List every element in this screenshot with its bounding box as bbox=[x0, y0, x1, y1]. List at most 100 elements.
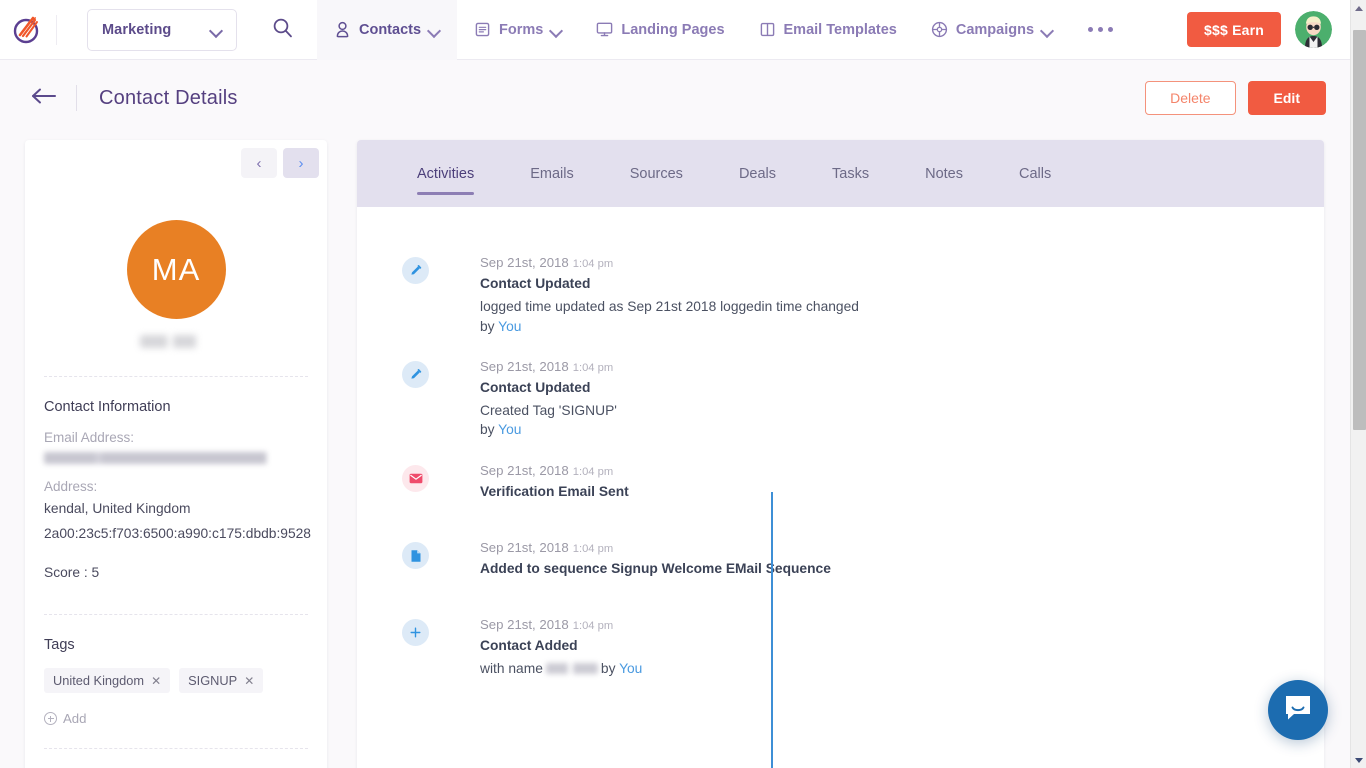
add-tag-label: Add bbox=[63, 711, 86, 726]
activity-item: Sep 21st, 20181:04 pm Verification Email… bbox=[357, 463, 1324, 499]
nav-item-forms-label: Forms bbox=[499, 22, 543, 38]
address-line-2: 2a00:23c5:f703:6500:a990:c175:dbdb:9528 bbox=[44, 524, 308, 544]
tab-deals-label: Deals bbox=[739, 166, 776, 182]
nav-item-landing-pages[interactable]: Landing Pages bbox=[579, 0, 741, 60]
activity-date-text: Sep 21st, 2018 bbox=[480, 255, 569, 270]
scrollbar-thumb[interactable] bbox=[1353, 30, 1366, 430]
activity-date: Sep 21st, 20181:04 pm bbox=[480, 540, 831, 555]
timeline-connector bbox=[771, 492, 773, 768]
activity-title: Verification Email Sent bbox=[480, 484, 629, 499]
activity-by-prefix: by bbox=[480, 319, 495, 334]
tags-title: Tags bbox=[44, 637, 308, 653]
plus-circle-icon bbox=[44, 712, 57, 725]
next-contact-button[interactable]: › bbox=[283, 148, 319, 178]
app-root: Marketing Contacts bbox=[0, 0, 1366, 768]
activity-item: Sep 21st, 20181:04 pm Added to sequence … bbox=[357, 540, 1324, 576]
search-button[interactable] bbox=[261, 9, 303, 51]
card-divider-1 bbox=[44, 376, 308, 377]
earn-button[interactable]: $$$ Earn bbox=[1187, 12, 1281, 47]
activity-body: Sep 21st, 20181:04 pm Contact Updated Cr… bbox=[480, 359, 617, 438]
nav-item-forms[interactable]: Forms bbox=[457, 0, 579, 60]
email-address-value-redacted bbox=[44, 452, 276, 464]
activity-actor-link[interactable]: You bbox=[619, 661, 642, 676]
contact-pager: ‹ › bbox=[241, 148, 319, 178]
nav-item-email-templates[interactable]: Email Templates bbox=[742, 0, 914, 60]
tag-chip: United Kingdom ✕ bbox=[44, 668, 170, 693]
scroll-down-arrow-icon[interactable] bbox=[1351, 752, 1366, 768]
page-scrollbar[interactable] bbox=[1350, 0, 1366, 768]
activity-date-text: Sep 21st, 2018 bbox=[480, 540, 569, 555]
nav-item-contacts-label: Contacts bbox=[359, 22, 421, 38]
contact-summary-card: ‹ › MA Contact Information Email Address… bbox=[25, 140, 327, 768]
activity-date: Sep 21st, 20181:04 pm bbox=[480, 255, 859, 270]
tags-section: Tags United Kingdom ✕ SIGNUP ✕ Add bbox=[25, 637, 327, 726]
contact-detail-panel: Activities Emails Sources Deals Tasks No… bbox=[357, 140, 1324, 768]
activity-actor-link[interactable]: You bbox=[498, 319, 521, 334]
activity-date: Sep 21st, 20181:04 pm bbox=[480, 617, 642, 632]
scroll-up-arrow-icon[interactable] bbox=[1351, 0, 1366, 16]
tab-notes-label: Notes bbox=[925, 166, 963, 182]
tab-tasks-label: Tasks bbox=[832, 166, 869, 182]
page-header-actions: Delete Edit bbox=[1145, 81, 1326, 115]
tab-deals[interactable]: Deals bbox=[739, 140, 776, 207]
search-icon bbox=[272, 17, 293, 43]
tab-notes[interactable]: Notes bbox=[925, 140, 963, 207]
tab-activities[interactable]: Activities bbox=[417, 140, 474, 207]
activity-date: Sep 21st, 20181:04 pm bbox=[480, 463, 629, 478]
contact-information-title: Contact Information bbox=[44, 399, 308, 415]
tab-emails-label: Emails bbox=[530, 166, 574, 182]
back-button[interactable] bbox=[28, 83, 58, 113]
edit-button[interactable]: Edit bbox=[1248, 81, 1326, 115]
previous-contact-button[interactable]: ‹ bbox=[241, 148, 277, 178]
activity-body: Sep 21st, 20181:04 pm Verification Email… bbox=[480, 463, 629, 499]
tab-sources[interactable]: Sources bbox=[630, 140, 683, 207]
email-address-label: Email Address: bbox=[44, 430, 308, 445]
chat-launcher-button[interactable] bbox=[1268, 680, 1328, 740]
activity-desc-prefix: with name bbox=[480, 661, 543, 676]
chevron-left-icon: ‹ bbox=[257, 156, 262, 171]
chevron-down-icon bbox=[551, 26, 562, 33]
nav-item-campaigns[interactable]: Campaigns bbox=[914, 0, 1070, 60]
tab-tasks[interactable]: Tasks bbox=[832, 140, 869, 207]
page-header: Contact Details Delete Edit bbox=[0, 60, 1350, 136]
close-x-icon[interactable]: ✕ bbox=[151, 675, 161, 687]
activity-title: Contact Updated bbox=[480, 380, 617, 395]
address-line-1: kendal, United Kingdom bbox=[44, 499, 308, 519]
activity-actor-line: by You bbox=[480, 319, 859, 334]
tab-sources-label: Sources bbox=[630, 166, 683, 182]
nav-item-email-templates-label: Email Templates bbox=[784, 22, 897, 38]
activity-date-text: Sep 21st, 2018 bbox=[480, 463, 569, 478]
activity-date: Sep 21st, 20181:04 pm bbox=[480, 359, 617, 374]
nav-item-contacts[interactable]: Contacts bbox=[317, 0, 457, 60]
monitor-screen-icon bbox=[596, 21, 613, 38]
brand-logo[interactable] bbox=[0, 0, 56, 60]
campaign-target-icon bbox=[931, 21, 948, 38]
page-title: Contact Details bbox=[99, 87, 238, 110]
activity-by-prefix: by bbox=[601, 661, 616, 676]
delete-button[interactable]: Delete bbox=[1145, 81, 1235, 115]
avatar[interactable] bbox=[1295, 11, 1332, 48]
close-x-icon[interactable]: ✕ bbox=[244, 675, 254, 687]
activity-title: Added to sequence Signup Welcome EMail S… bbox=[480, 561, 831, 576]
tab-calls-label: Calls bbox=[1019, 166, 1051, 182]
more-horizontal-icon[interactable] bbox=[1070, 27, 1131, 32]
activity-description: Created Tag 'SIGNUP' bbox=[480, 401, 617, 421]
activity-description: logged time updated as Sep 21st 2018 log… bbox=[480, 297, 859, 317]
brand-selector[interactable]: Marketing bbox=[87, 9, 237, 51]
add-tag-button[interactable]: Add bbox=[44, 711, 308, 726]
card-divider-2 bbox=[44, 614, 308, 615]
tab-bar: Activities Emails Sources Deals Tasks No… bbox=[357, 140, 1324, 207]
contact-name-redacted bbox=[546, 663, 598, 674]
chevron-right-icon: › bbox=[299, 156, 304, 171]
pencil-edit-icon bbox=[402, 361, 429, 388]
activity-actor-link[interactable]: You bbox=[498, 422, 521, 437]
contact-information-section: Contact Information Email Address: Addre… bbox=[25, 399, 327, 580]
activity-item: Sep 21st, 20181:04 pm Contact Added with… bbox=[357, 617, 1324, 679]
tab-emails[interactable]: Emails bbox=[530, 140, 574, 207]
tab-activities-label: Activities bbox=[417, 166, 474, 182]
contact-name-redacted bbox=[140, 335, 212, 348]
chevron-down-icon bbox=[1042, 26, 1053, 33]
activity-body: Sep 21st, 20181:04 pm Contact Updated lo… bbox=[480, 255, 859, 334]
brand-selector-label: Marketing bbox=[102, 22, 171, 38]
tab-calls[interactable]: Calls bbox=[1019, 140, 1051, 207]
